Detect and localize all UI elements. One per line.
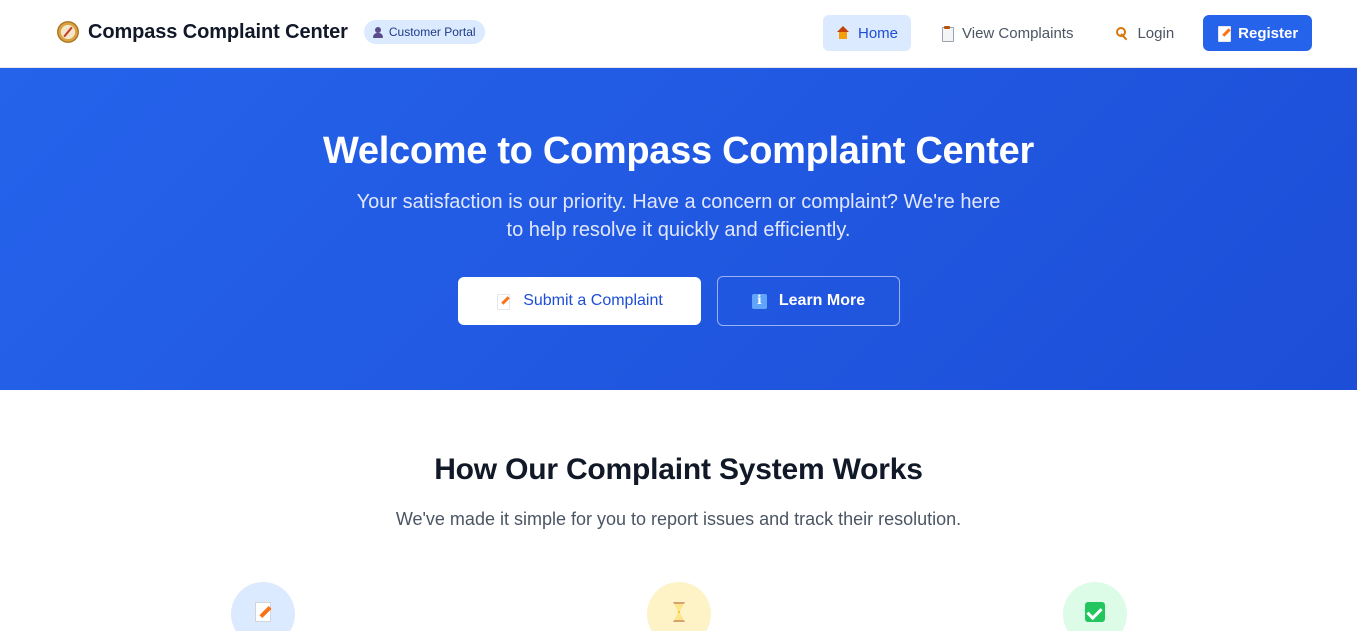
brand[interactable]: Compass Complaint Center Customer Portal — [57, 20, 485, 44]
memo-icon — [253, 602, 273, 622]
home-icon — [836, 26, 850, 40]
nav-home[interactable]: Home — [823, 15, 912, 51]
top-navbar: Compass Complaint Center Customer Portal… — [0, 0, 1357, 68]
info-icon — [751, 293, 767, 309]
learn-more-button[interactable]: Learn More — [717, 276, 900, 326]
step-submit-circle — [231, 582, 295, 631]
clipboard-icon — [940, 26, 955, 42]
customer-portal-badge: Customer Portal — [363, 20, 485, 44]
register-button[interactable]: Register — [1203, 15, 1313, 51]
step-resolved-circle — [1063, 582, 1127, 631]
main-nav: Home View Complaints Login Register — [823, 15, 1313, 51]
user-icon — [372, 26, 383, 38]
memo-icon — [496, 293, 511, 310]
submit-complaint-label: Submit a Complaint — [523, 292, 663, 309]
badge-label: Customer Portal — [388, 25, 476, 39]
submit-complaint-button[interactable]: Submit a Complaint — [458, 277, 701, 325]
nav-home-label: Home — [858, 24, 899, 42]
nav-view-complaints[interactable]: View Complaints — [927, 15, 1086, 51]
compass-icon — [57, 21, 79, 43]
nav-login[interactable]: Login — [1102, 15, 1187, 51]
section-title: How Our Complaint System Works — [434, 453, 923, 486]
hero-title: Welcome to Compass Complaint Center — [323, 130, 1034, 172]
step-review-circle — [647, 582, 711, 631]
nav-login-label: Login — [1137, 24, 1175, 42]
learn-more-label: Learn More — [778, 292, 866, 309]
section-subtitle: We've made it simple for you to report i… — [395, 509, 962, 529]
hero-subtitle: Your satisfaction is our priority. Have … — [356, 191, 1001, 241]
hourglass-icon — [669, 602, 689, 622]
key-icon — [1115, 26, 1129, 40]
memo-icon — [1217, 26, 1232, 42]
register-label: Register — [1238, 24, 1299, 42]
nav-view-complaints-label: View Complaints — [962, 24, 1074, 42]
brand-title: Compass Complaint Center — [88, 20, 348, 43]
checkmark-icon — [1085, 602, 1105, 622]
hero-section: Welcome to Compass Complaint Center Your… — [0, 68, 1357, 390]
hero-actions: Submit a Complaint Learn More — [458, 276, 900, 326]
